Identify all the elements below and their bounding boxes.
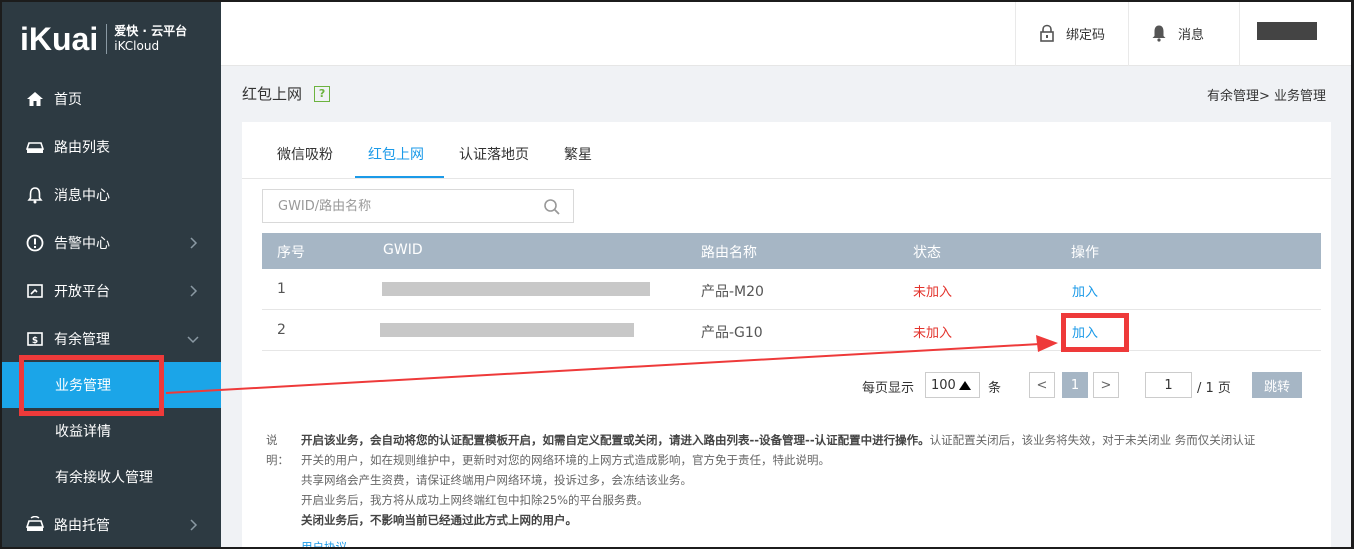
- header-action: 操作: [1071, 245, 1099, 261]
- sidebar-item-alert-center[interactable]: 告警中心: [0, 221, 221, 265]
- messages-button[interactable]: 消息: [1150, 0, 1204, 66]
- sidebar-item-label: 告警中心: [54, 236, 110, 252]
- next-page-button[interactable]: >: [1093, 372, 1119, 398]
- platform-icon: [26, 282, 44, 300]
- per-page-unit: 条: [988, 381, 1002, 396]
- tab-wechat-fans[interactable]: 微信吸粉: [277, 144, 333, 164]
- topbar-divider: [1239, 0, 1240, 66]
- logo[interactable]: iKuai 爱快 · 云平台 iKCloud: [0, 0, 221, 78]
- sidebar: iKuai 爱快 · 云平台 iKCloud 首页 路由列表 消息中心 告警中心: [0, 0, 221, 549]
- note-line: 关闭业务后，不影响当前已经通过此方式上网的用户。: [301, 513, 577, 527]
- row-status: 未加入: [913, 285, 953, 300]
- note-line: 开启该业务，会自动将您的认证配置模板开启，如需自定义配置或关闭，请进入路由列表-…: [301, 433, 1256, 447]
- sidebar-subitem-recipient-management[interactable]: 有余接收人管理: [0, 454, 221, 500]
- table-row: 1 产品-M20 未加入 加入: [262, 269, 1321, 310]
- note-line: 开启业务后，我方将从成功上网终端红包中扣除25%的平台服务费。: [301, 493, 649, 507]
- table-row: 2 产品-G10 未加入 加入: [262, 310, 1321, 351]
- gwid-redacted: [382, 282, 650, 296]
- page-title: 红包上网 ?: [242, 83, 331, 104]
- goto-button[interactable]: 跳转: [1252, 372, 1302, 398]
- search-icon[interactable]: [543, 198, 561, 216]
- sidebar-item-home[interactable]: 首页: [0, 77, 221, 121]
- sidebar-item-label: 开放平台: [54, 284, 110, 300]
- home-icon: [26, 90, 44, 108]
- sidebar-item-label: 路由托管: [54, 518, 110, 534]
- user-agreement-link[interactable]: 用户协议: [301, 539, 347, 549]
- prev-page-button[interactable]: <: [1029, 372, 1055, 398]
- sidebar-item-router-list[interactable]: 路由列表: [0, 125, 221, 169]
- chevron-down-icon: [187, 336, 199, 344]
- chevron-right-icon: [190, 519, 198, 531]
- topbar-divider: [1128, 0, 1129, 66]
- logo-subtitle-cn: 爱快 · 云平台: [114, 24, 188, 38]
- gwid-redacted: [380, 323, 634, 337]
- search-input[interactable]: [263, 190, 533, 222]
- sidebar-item-message-center[interactable]: 消息中心: [0, 173, 221, 217]
- tab-fanxing[interactable]: 繁星: [564, 144, 592, 164]
- sidebar-item-label: 首页: [54, 92, 82, 108]
- user-avatar[interactable]: [1257, 22, 1317, 40]
- current-page-button[interactable]: 1: [1062, 372, 1088, 398]
- join-button[interactable]: 加入: [1072, 281, 1098, 300]
- logo-subtitle-en: iKCloud: [114, 39, 160, 53]
- tab-red-packet-wifi[interactable]: 红包上网: [368, 144, 424, 164]
- lock-icon: [1040, 24, 1054, 42]
- active-tab-indicator: [355, 176, 444, 178]
- messages-label: 消息: [1178, 27, 1205, 43]
- hosting-icon: [26, 516, 44, 534]
- sidebar-item-label: 路由列表: [54, 140, 110, 156]
- breadcrumb: 有余管理> 业务管理: [1206, 89, 1326, 104]
- highlight-box-sidebar: [19, 355, 164, 416]
- note-line: 共享网络会产生资费，请保证终端用户网络环境，投诉过多，会冻结该业务。: [301, 473, 692, 487]
- sidebar-item-label: 消息中心: [54, 188, 110, 204]
- per-page-value: 100: [931, 377, 956, 393]
- row-status: 未加入: [913, 326, 953, 341]
- money-icon: $: [26, 330, 44, 348]
- bind-code-button[interactable]: 绑定码: [1038, 0, 1105, 66]
- svg-text:$: $: [32, 336, 38, 346]
- bind-code-label: 绑定码: [1066, 27, 1106, 43]
- total-pages: / 1 页: [1197, 381, 1231, 396]
- chevron-right-icon: [190, 285, 198, 297]
- header-index: 序号: [277, 245, 305, 261]
- header-gwid: GWID: [383, 242, 423, 258]
- sidebar-item-router-hosting[interactable]: 路由托管: [0, 503, 221, 547]
- topbar: 绑定码 消息: [221, 0, 1354, 66]
- help-icon[interactable]: ?: [314, 85, 331, 102]
- row-index: 1: [277, 281, 286, 297]
- content-card: 微信吸粉 红包上网 认证落地页 繁星 序号 GWID 路由名称 状态 操作 1 …: [242, 122, 1331, 549]
- logo-divider: [106, 24, 108, 54]
- row-router-name: 产品-M20: [701, 284, 764, 300]
- router-icon: [26, 138, 44, 156]
- bell-icon: [26, 186, 44, 204]
- goto-page-input[interactable]: [1145, 372, 1192, 398]
- bell-icon: [1152, 25, 1166, 42]
- note-line: 开关的用户，如在规则维护中，更新时对您的网络环境的上网方式造成影响，官方免于责任…: [301, 453, 830, 467]
- header-router-name: 路由名称: [701, 245, 757, 261]
- per-page-select[interactable]: 100: [925, 372, 980, 398]
- alert-icon: [26, 234, 44, 252]
- sidebar-item-open-platform[interactable]: 开放平台: [0, 269, 221, 313]
- header-status: 状态: [913, 245, 941, 261]
- page-title-text: 红包上网: [242, 85, 303, 103]
- row-router-name: 产品-G10: [701, 325, 763, 341]
- triangle-up-icon: [958, 380, 971, 390]
- logo-subtitle: 爱快 · 云平台 iKCloud: [114, 24, 187, 54]
- sidebar-item-label: 有余管理: [54, 332, 110, 348]
- topbar-divider: [1015, 0, 1016, 66]
- row-index: 2: [277, 322, 286, 338]
- tab-bar: 微信吸粉 红包上网 认证落地页 繁星: [242, 122, 1331, 179]
- sidebar-subitem-label: 收益详情: [55, 424, 111, 440]
- sidebar-subitem-label: 有余接收人管理: [55, 470, 153, 486]
- highlight-box-join: [1061, 313, 1129, 352]
- tab-auth-landing-page[interactable]: 认证落地页: [459, 144, 529, 164]
- search-box: [262, 189, 574, 223]
- per-page-label: 每页显示: [862, 381, 915, 396]
- notes-label: 说明：: [266, 433, 289, 467]
- router-table: 序号 GWID 路由名称 状态 操作 1 产品-M20 未加入 加入 2 产品-…: [262, 233, 1321, 351]
- table-header: 序号 GWID 路由名称 状态 操作: [262, 233, 1321, 269]
- logo-text: iKuai: [20, 20, 99, 57]
- chevron-right-icon: [190, 237, 198, 249]
